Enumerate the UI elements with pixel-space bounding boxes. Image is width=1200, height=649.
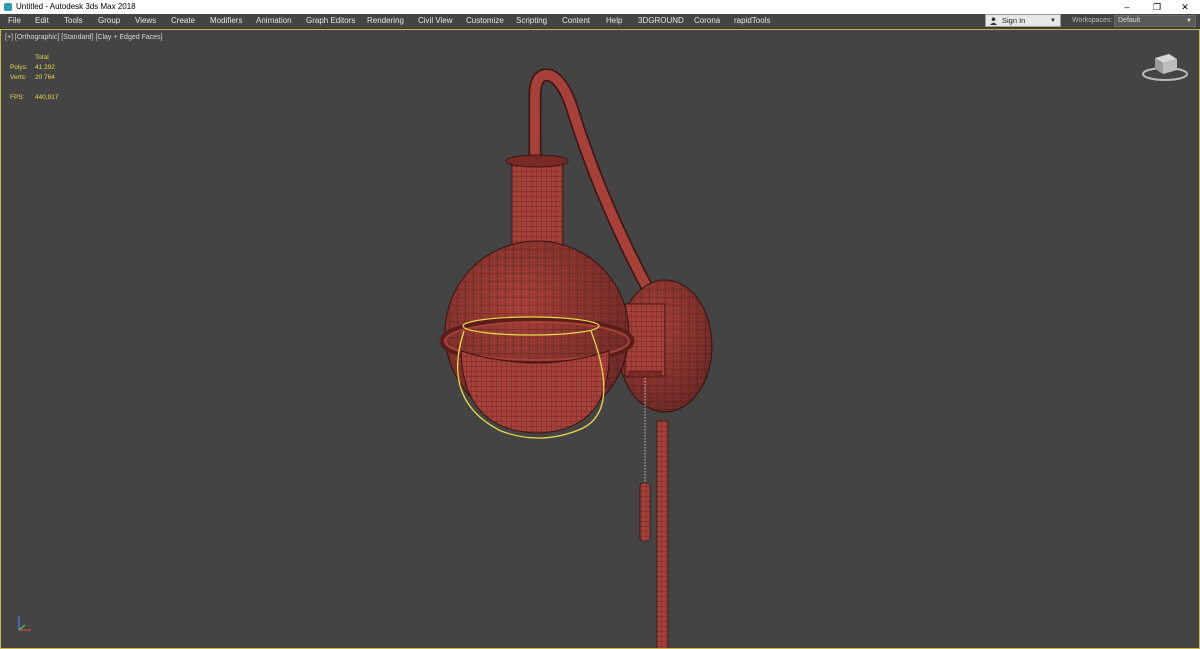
socket-base — [628, 370, 662, 378]
axis-gizmo-icon — [18, 616, 31, 631]
menu-rendering[interactable]: Rendering — [367, 14, 404, 28]
window-title: Untitled - Autodesk 3ds Max 2018 — [16, 2, 136, 11]
menu-civil-view[interactable]: Civil View — [418, 14, 453, 28]
menu-help[interactable]: Help — [606, 14, 622, 28]
pull-handle[interactable] — [639, 482, 651, 542]
close-button[interactable]: ✕ — [1170, 0, 1200, 14]
viewcube-icon[interactable] — [1141, 50, 1189, 82]
menu-graph-editors[interactable]: Graph Editors — [306, 14, 355, 28]
menu-customize[interactable]: Customize — [466, 14, 504, 28]
sign-in-label: Sign In — [1002, 16, 1026, 25]
app-icon — [4, 3, 12, 11]
menu-scripting[interactable]: Scripting — [516, 14, 547, 28]
minimize-button[interactable]: – — [1112, 0, 1142, 14]
workspaces-select[interactable]: Default ▼ — [1114, 15, 1196, 27]
menu-tools[interactable]: Tools — [64, 14, 83, 28]
restore-button[interactable]: ❐ — [1142, 0, 1172, 14]
menu-3dground[interactable]: 3DGROUND — [638, 14, 684, 28]
lamp-model[interactable] — [1, 30, 1199, 648]
workspace-value: Default — [1118, 17, 1141, 24]
menu-views[interactable]: Views — [135, 14, 156, 28]
workspaces-label: Workspaces: — [1072, 17, 1113, 24]
menu-modifiers[interactable]: Modifiers — [210, 14, 242, 28]
menu-file[interactable]: File — [8, 14, 21, 28]
viewport-perspective[interactable]: [+] [Orthographic] [Standard] [Clay + Ed… — [0, 29, 1200, 649]
menu-create[interactable]: Create — [171, 14, 195, 28]
menu-corona[interactable]: Corona — [694, 14, 720, 28]
menu-rapidtools[interactable]: rapidTools — [734, 14, 770, 28]
neck-cap — [505, 154, 569, 168]
chevron-down-icon: ▼ — [1050, 18, 1056, 24]
menu-group[interactable]: Group — [98, 14, 120, 28]
menu-animation[interactable]: Animation — [256, 14, 292, 28]
sign-in-dropdown[interactable]: Sign In ▼ — [985, 14, 1061, 27]
chevron-down-icon: ▼ — [1186, 18, 1192, 24]
menu-edit[interactable]: Edit — [35, 14, 49, 28]
menu-content[interactable]: Content — [562, 14, 590, 28]
window-title-bar: Untitled - Autodesk 3ds Max 2018 – ❐ ✕ — [0, 0, 1200, 14]
lower-bowl[interactable] — [460, 350, 610, 434]
lamp-pole[interactable] — [656, 420, 669, 648]
user-icon — [990, 17, 997, 25]
